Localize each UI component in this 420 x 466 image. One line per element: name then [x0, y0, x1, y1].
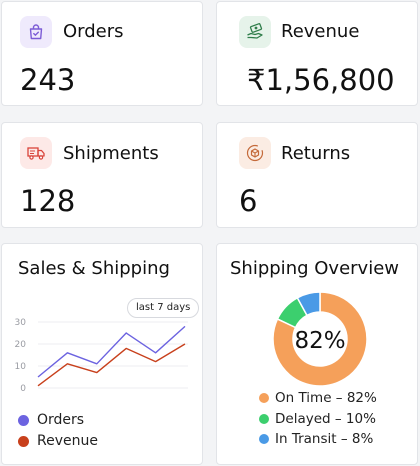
returns-card[interactable]: Returns 6 [216, 122, 418, 228]
sales-line-chart: 0 10 20 30 [15, 318, 188, 394]
y-tick-label: 10 [15, 362, 27, 372]
shipments-label: Shipments [63, 143, 159, 164]
return-box-icon [239, 137, 271, 169]
revenue-card[interactable]: Revenue ₹1,56,800 [216, 1, 418, 106]
legend-delayed: Delayed – 10% [259, 410, 376, 428]
orders-card[interactable]: Orders 243 [1, 1, 203, 106]
y-tick-label: 0 [20, 384, 26, 394]
shipping-overview-title: Shipping Overview [230, 258, 399, 279]
sales-shipping-title: Sales & Shipping [18, 258, 170, 279]
legend-delayed-label: Delayed – 10% [275, 411, 376, 427]
returns-value: 6 [239, 184, 258, 218]
shipments-card[interactable]: Shipments 128 [1, 122, 203, 228]
donut-center-label: 82% [294, 328, 345, 354]
truck-icon [20, 137, 52, 169]
legend-on-time-label: On Time – 82% [275, 390, 377, 406]
legend-revenue-label: Revenue [37, 433, 98, 449]
legend-on-time-swatch [259, 393, 269, 403]
y-tick-label: 30 [15, 318, 27, 328]
shipping-donut-chart: 82% [272, 291, 368, 387]
legend-orders-label: Orders [37, 412, 85, 428]
orders-value: 243 [20, 63, 76, 97]
shopping-bag-icon [20, 16, 52, 48]
legend-in-transit-swatch [259, 434, 269, 444]
legend-delayed-swatch [259, 414, 269, 424]
revenue-value: ₹1,56,800 [247, 63, 395, 97]
legend-orders-swatch [18, 414, 29, 426]
orders-label: Orders [63, 21, 124, 42]
legend-revenue-swatch [18, 435, 29, 447]
date-range-selector[interactable]: last 7 days [127, 298, 200, 318]
revenue-label: Revenue [281, 21, 360, 42]
money-hand-icon [239, 16, 271, 48]
shipping-overview-panel: Shipping Overview 82% On Time – 82% Dela… [216, 243, 418, 465]
returns-label: Returns [281, 143, 351, 164]
legend-on-time: On Time – 82% [259, 389, 377, 407]
y-tick-label: 20 [15, 340, 27, 350]
legend-in-transit-label: In Transit – 8% [275, 431, 374, 447]
legend-in-transit: In Transit – 8% [259, 430, 373, 448]
series-line-revenue [37, 343, 186, 387]
legend-revenue: Revenue [18, 432, 98, 450]
sales-shipping-panel: Sales & Shipping last 7 days 0 10 20 30 Ord… [1, 243, 203, 465]
legend-orders: Orders [18, 411, 84, 429]
shipments-value: 128 [20, 184, 76, 218]
